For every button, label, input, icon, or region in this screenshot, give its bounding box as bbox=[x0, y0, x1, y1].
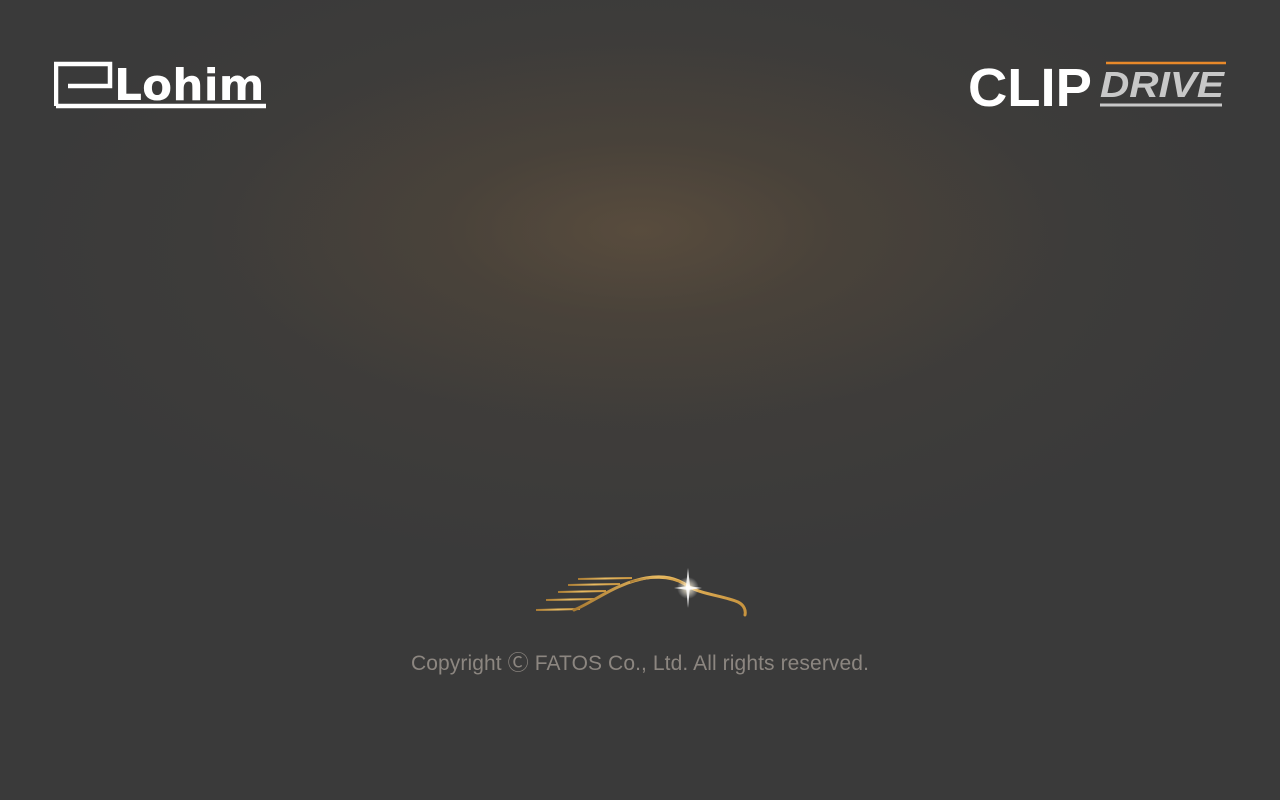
drive-logo-text: DRIVE bbox=[1100, 64, 1225, 105]
clip-drive-logo: CLIP DRIVE bbox=[968, 60, 1226, 110]
lohim-logo-text: Lohim bbox=[114, 60, 265, 110]
car-swoosh-icon bbox=[535, 568, 747, 617]
clip-logo-text: CLIP bbox=[968, 60, 1092, 110]
background-glow bbox=[0, 0, 1280, 800]
lohim-logo: Lohim bbox=[54, 60, 266, 110]
copyright-text: Copyright Ⓒ FATOS Co., Ltd. All rights r… bbox=[410, 652, 870, 675]
